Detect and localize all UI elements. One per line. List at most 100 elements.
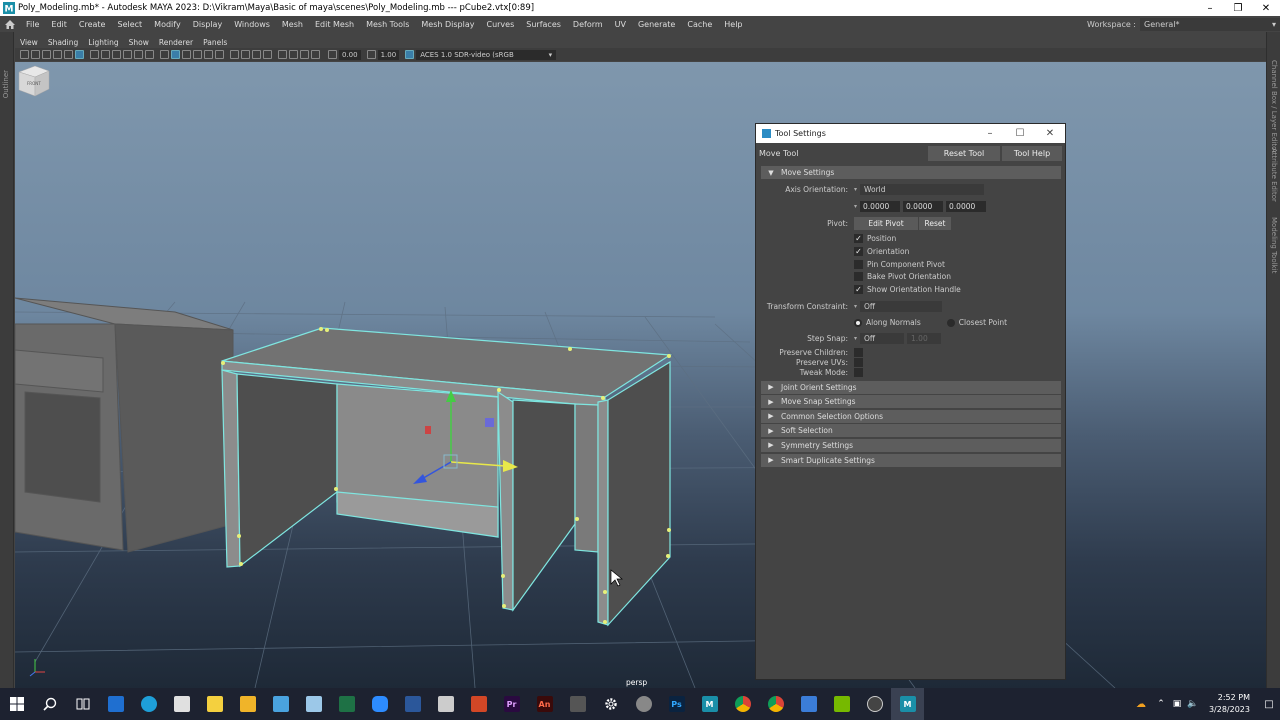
tool-help-button[interactable]: Tool Help <box>1002 145 1062 161</box>
store-icon[interactable] <box>165 688 198 720</box>
ambient-occlusion-icon[interactable] <box>230 50 239 59</box>
wireframe-on-shaded-icon[interactable] <box>182 50 191 59</box>
move-settings-header[interactable]: ▼ Move Settings <box>761 166 1061 179</box>
axis-y-field[interactable]: 0.0000 <box>903 200 944 212</box>
gate-mask-icon[interactable] <box>123 50 132 59</box>
bake-pivot-orientation-checkbox-row[interactable]: Bake Pivot Orientation <box>854 272 951 282</box>
menu-edit[interactable]: Edit <box>45 20 73 29</box>
menu-create[interactable]: Create <box>73 20 112 29</box>
menu-surfaces[interactable]: Surfaces <box>520 20 567 29</box>
workspace-dropdown[interactable]: General* ▾ <box>1140 17 1280 31</box>
pivot-reset-button[interactable]: Reset <box>919 217 951 231</box>
menu-mesh-tools[interactable]: Mesh Tools <box>360 20 415 29</box>
close-icon[interactable]: ✕ <box>1252 0 1280 16</box>
start-icon[interactable] <box>0 688 33 720</box>
two-d-pan-icon[interactable] <box>75 50 84 59</box>
use-all-lights-icon[interactable] <box>204 50 213 59</box>
axis-z-field[interactable]: 0.0000 <box>946 200 987 212</box>
notifications-icon[interactable]: □ <box>1258 699 1280 710</box>
paint-icon[interactable] <box>264 688 297 720</box>
premiere-icon[interactable]: Pr <box>495 688 528 720</box>
menu-edit-mesh[interactable]: Edit Mesh <box>309 20 360 29</box>
chess-icon[interactable] <box>429 688 462 720</box>
modeling-toolkit-tab[interactable]: Modeling Toolkit <box>1270 217 1278 273</box>
grease-pencil-icon[interactable] <box>64 50 73 59</box>
close-icon[interactable]: ✕ <box>1035 128 1065 139</box>
axis-x-field[interactable]: 0.0000 <box>860 200 901 212</box>
mail-icon[interactable] <box>99 688 132 720</box>
orientation-checkbox-row[interactable]: ✓ Orientation <box>854 246 909 256</box>
excel-icon[interactable] <box>330 688 363 720</box>
photoshop-icon[interactable]: Ps <box>660 688 693 720</box>
volume-icon[interactable]: 🔈 <box>1185 699 1201 709</box>
shadows-icon[interactable] <box>215 50 224 59</box>
zoom-icon[interactable] <box>363 688 396 720</box>
maximize-icon[interactable]: ☐ <box>1005 128 1035 139</box>
textured-icon[interactable] <box>193 50 202 59</box>
panel-menu-panels[interactable]: Panels <box>198 38 232 47</box>
checkbox-checked-icon[interactable]: ✓ <box>854 246 863 256</box>
tool-settings-titlebar[interactable]: Tool Settings – ☐ ✕ <box>756 124 1065 143</box>
menu-mesh[interactable]: Mesh <box>276 20 309 29</box>
checkbox-checked-icon[interactable]: ✓ <box>854 234 863 244</box>
image-plane-icon[interactable] <box>53 50 62 59</box>
home-icon[interactable] <box>0 16 20 32</box>
notepad-icon[interactable] <box>297 688 330 720</box>
common-selection-options-header[interactable]: ▶ Common Selection Options <box>761 409 1061 423</box>
closest-point-radio[interactable] <box>946 318 955 327</box>
xray-active-icon[interactable] <box>311 50 320 59</box>
menu-select[interactable]: Select <box>111 20 148 29</box>
menu-generate[interactable]: Generate <box>632 20 681 29</box>
color-space-dropdown[interactable]: ACES 1.0 SDR-video (sRGB ▾ <box>416 49 557 60</box>
maya-icon[interactable]: M <box>891 688 924 720</box>
minimize-icon[interactable]: – <box>1196 0 1224 16</box>
menu-windows[interactable]: Windows <box>228 20 276 29</box>
sticky-notes-icon[interactable] <box>198 688 231 720</box>
chevron-up-icon[interactable]: ⌃ <box>1153 699 1169 709</box>
panel-menu-shading[interactable]: Shading <box>43 38 83 47</box>
animate-icon[interactable]: An <box>528 688 561 720</box>
preserve-children-checkbox[interactable] <box>854 348 863 358</box>
preserve-uvs-checkbox[interactable] <box>854 358 863 368</box>
channel-box-tab[interactable]: Channel Box / Layer Editor <box>1270 60 1278 153</box>
network-icon[interactable]: ▣ <box>1169 699 1185 709</box>
bookmark-icon[interactable] <box>42 50 51 59</box>
position-checkbox-row[interactable]: ✓ Position <box>854 234 896 244</box>
gamma-field[interactable]: 1.00 <box>377 49 400 60</box>
tweak-mode-checkbox[interactable] <box>854 368 863 378</box>
panel-menu-view[interactable]: View <box>15 38 43 47</box>
panel-menu-show[interactable]: Show <box>124 38 154 47</box>
soft-selection-header[interactable]: ▶ Soft Selection <box>761 424 1061 438</box>
show-orientation-handle-checkbox-row[interactable]: ✓ Show Orientation Handle <box>854 284 961 294</box>
settings-icon[interactable] <box>594 688 627 720</box>
word-icon[interactable] <box>396 688 429 720</box>
step-snap-dropdown[interactable]: Off <box>860 332 905 344</box>
file-explorer-icon[interactable] <box>231 688 264 720</box>
pin-component-pivot-checkbox-row[interactable]: Pin Component Pivot <box>854 259 945 269</box>
grid-icon[interactable] <box>90 50 99 59</box>
move-snap-settings-header[interactable]: ▶ Move Snap Settings <box>761 395 1061 409</box>
outliner-tab[interactable]: Outliner <box>2 70 10 98</box>
panel-menu-lighting[interactable]: Lighting <box>83 38 123 47</box>
smooth-shade-icon[interactable] <box>171 50 180 59</box>
camera-attributes-icon[interactable] <box>31 50 40 59</box>
joint-orient-settings-header[interactable]: ▶ Joint Orient Settings <box>761 380 1061 394</box>
menu-uv[interactable]: UV <box>609 20 632 29</box>
task-view-icon[interactable] <box>66 688 99 720</box>
camera-select-icon[interactable] <box>20 50 29 59</box>
chrome-icon[interactable] <box>726 688 759 720</box>
system-clock[interactable]: 2:52 PM 3/28/2023 <box>1209 692 1250 716</box>
symmetry-settings-header[interactable]: ▶ Symmetry Settings <box>761 438 1061 452</box>
edit-pivot-button[interactable]: Edit Pivot <box>854 217 918 231</box>
color-management-icon[interactable] <box>405 50 415 59</box>
nvidia-icon[interactable] <box>825 688 858 720</box>
menu-curves[interactable]: Curves <box>480 20 520 29</box>
menu-file[interactable]: File <box>20 20 45 29</box>
anti-alias-icon[interactable] <box>252 50 261 59</box>
edge-icon[interactable] <box>132 688 165 720</box>
clock-app-icon[interactable] <box>858 688 891 720</box>
axis-orientation-dropdown[interactable]: World <box>860 183 985 195</box>
depth-of-field-icon[interactable] <box>263 50 272 59</box>
restore-icon[interactable]: ❐ <box>1224 0 1252 16</box>
menu-cache[interactable]: Cache <box>681 20 718 29</box>
